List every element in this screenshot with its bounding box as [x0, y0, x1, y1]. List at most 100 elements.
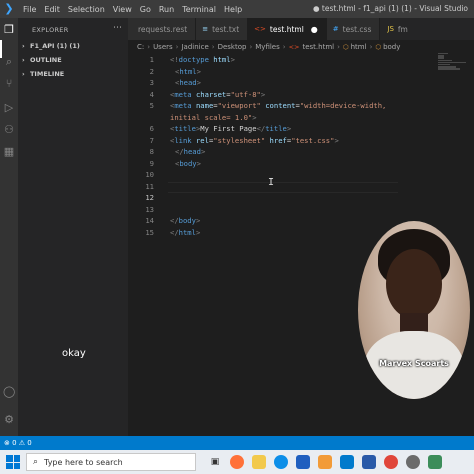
code-token: rel — [195, 135, 209, 145]
outline-section[interactable]: › OUTLINE — [22, 56, 62, 64]
unsaved-dot-icon[interactable]: ● — [311, 25, 318, 34]
code-text: initial scale= 1.0"> — [170, 112, 257, 124]
explorer-title: EXPLORER — [32, 26, 69, 34]
tab-label: fm — [397, 24, 408, 34]
chevron-right-icon: › — [22, 70, 25, 78]
app-icon-2[interactable] — [428, 455, 442, 469]
line-number: 1 — [149, 55, 154, 64]
taskbar-search-box[interactable]: ⌕ Type here to search — [26, 453, 196, 471]
more-actions-icon[interactable]: ⋯ — [113, 23, 122, 33]
vscode-icon[interactable] — [340, 455, 354, 469]
chevron-right-icon: › — [22, 42, 25, 50]
breadcrumb-item[interactable]: Desktop — [218, 43, 247, 51]
tab-requests-rest[interactable]: requests.rest — [128, 18, 197, 40]
sublime-icon[interactable] — [318, 455, 332, 469]
code-token: </ — [256, 124, 266, 133]
chrome-icon[interactable] — [384, 455, 398, 469]
tab-label: test.txt — [212, 24, 240, 34]
code-text: <head> — [175, 77, 201, 89]
code-token: head — [179, 78, 197, 87]
app-icon[interactable] — [296, 455, 310, 469]
menu-edit[interactable]: Edit — [40, 5, 64, 14]
code-token: title — [265, 124, 287, 133]
line-number: 13 — [145, 204, 154, 214]
code-token: link — [174, 135, 192, 145]
line-number: 15 — [145, 227, 154, 237]
code-token: body — [178, 216, 196, 225]
code-token: > — [195, 216, 201, 225]
menu-go[interactable]: Go — [136, 5, 155, 14]
menu-view[interactable]: View — [109, 5, 136, 14]
code-token: html — [178, 227, 196, 237]
code-text: </html> — [170, 227, 200, 239]
code-text: </body> — [170, 215, 200, 227]
windows-start-icon[interactable] — [6, 455, 20, 469]
menu-run[interactable]: Run — [155, 5, 178, 14]
edge-icon[interactable] — [274, 455, 288, 469]
timeline-section[interactable]: › TIMELINE — [22, 70, 64, 78]
source-control-icon[interactable]: ⑂ — [3, 78, 15, 90]
menu-terminal[interactable]: Terminal — [178, 5, 220, 14]
html-file-icon: <> — [254, 25, 266, 33]
powershell-icon[interactable] — [362, 455, 376, 469]
breadcrumb-item[interactable]: Jadinice — [181, 43, 208, 51]
line-number: 14 — [145, 216, 154, 225]
code-token: "utf-8" — [230, 89, 261, 99]
run-debug-icon[interactable]: ▷ — [3, 102, 15, 114]
breadcrumb-item[interactable]: Myfiles — [255, 43, 280, 51]
code-token: "viewport" — [217, 101, 261, 110]
window-title: ● test.html - f1_api (1) (1) - Visual St… — [312, 4, 468, 13]
code-token: > — [260, 89, 266, 99]
tab-fm[interactable]: JS fm — [383, 18, 407, 40]
breadcrumb-item[interactable]: test.html — [302, 43, 334, 51]
task-view-icon[interactable]: ▣ — [208, 455, 222, 469]
menu-selection[interactable]: Selection — [64, 5, 109, 14]
folder-section-f1-api[interactable]: › F1_API (1) (1) — [22, 42, 80, 50]
line-number: 2 — [149, 66, 154, 76]
tab-test-html[interactable]: <> test.html ● — [248, 18, 327, 40]
search-placeholder: Type here to search — [44, 457, 123, 467]
code-token: href — [269, 135, 287, 145]
code-token: doctype — [178, 55, 209, 64]
code-text: </head> — [175, 146, 205, 158]
menu-file[interactable]: File — [19, 5, 40, 14]
css-file-icon: # — [332, 25, 339, 33]
explorer-icon[interactable]: ❐ — [3, 24, 15, 36]
code-token: meta — [174, 101, 192, 110]
code-token: > — [200, 147, 206, 156]
settings-icon[interactable] — [406, 455, 420, 469]
remote-icon[interactable]: ⚇ — [3, 124, 15, 136]
line-number: 4 — [149, 89, 154, 99]
tab-test-txt[interactable]: ≡ test.txt — [196, 18, 249, 40]
search-icon: ⌕ — [33, 457, 39, 467]
firefox-icon[interactable] — [230, 455, 244, 469]
tab-label: requests.rest — [138, 24, 188, 34]
account-icon[interactable]: ◯ — [3, 386, 15, 398]
code-text: <meta name="viewport" content="width=dev… — [170, 100, 386, 112]
code-token: > — [196, 158, 201, 168]
current-line-highlight — [168, 182, 398, 193]
breadcrumb: C: › Users › Jadinice › Desktop › Myfiles › <… — [137, 42, 401, 51]
file-explorer-icon[interactable] — [252, 455, 266, 469]
code-token: name — [195, 101, 214, 110]
minimap[interactable] — [438, 53, 468, 77]
breadcrumb-item[interactable]: html — [351, 43, 367, 51]
line-number: 12 — [145, 193, 154, 202]
breadcrumb-item[interactable]: C: — [137, 43, 144, 51]
tab-test-css[interactable]: # test.css — [326, 18, 381, 40]
line-number: 9 — [149, 158, 154, 168]
settings-gear-icon[interactable]: ⚙ — [3, 414, 15, 426]
title-bar: ❯ File Edit Selection View Go Run Termin… — [0, 0, 474, 18]
code-token: <! — [170, 55, 179, 64]
code-token: content — [265, 101, 296, 110]
breadcrumb-item[interactable]: body — [383, 43, 400, 51]
code-text: <link rel="stylesheet" href="test.css"> — [170, 135, 339, 147]
problems-indicator[interactable]: ⊗ 0 ⚠ 0 — [4, 439, 32, 447]
code-token: > — [252, 112, 257, 122]
extensions-icon[interactable]: ▦ — [3, 146, 15, 158]
vscode-screen: ❯ File Edit Selection View Go Run Termin… — [0, 0, 474, 474]
breadcrumb-item[interactable]: Users — [153, 43, 173, 51]
tab-label: test.css — [342, 24, 372, 34]
search-icon[interactable]: ⌕ — [3, 56, 15, 68]
menu-help[interactable]: Help — [220, 5, 246, 14]
